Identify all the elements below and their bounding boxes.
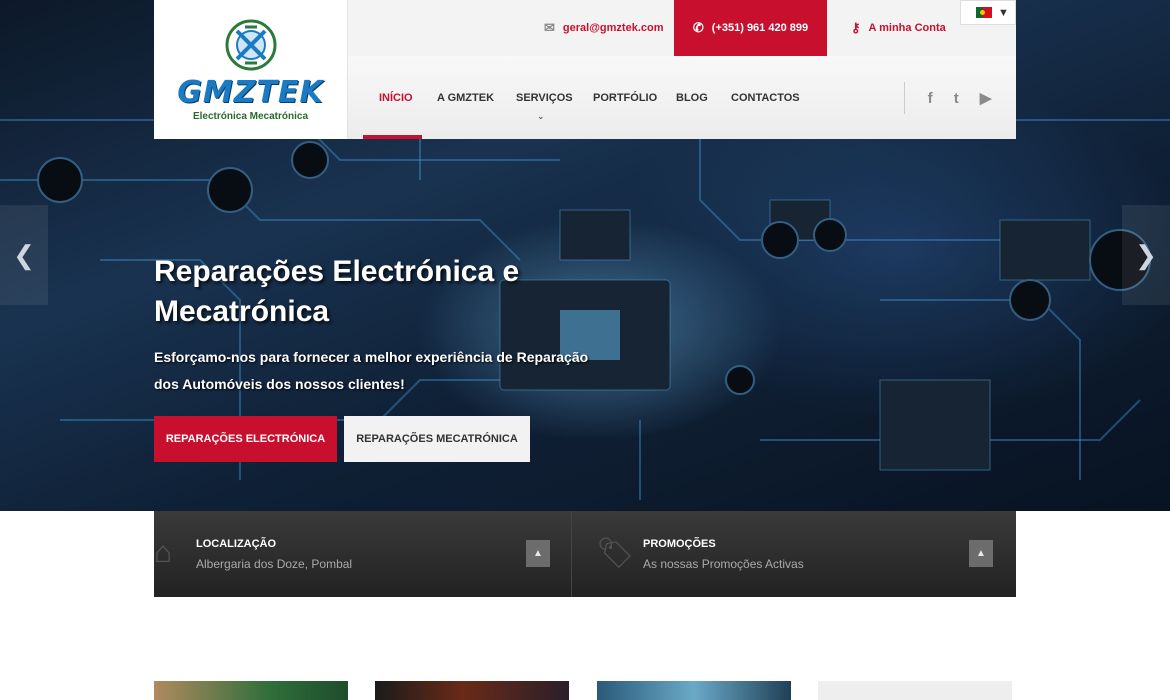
nav-item-portfolio[interactable]: PORTFÓLIO (593, 92, 657, 104)
email-text: geral@gmztek.com (562, 22, 664, 34)
hero-title-line2: Mecatrónica (154, 295, 330, 328)
service-thumbnail[interactable] (154, 681, 348, 700)
youtube-icon[interactable]: ▶ (980, 89, 992, 107)
twitter-icon[interactable]: t (954, 90, 959, 107)
hero-description: Esforçamo-nos para fornecer a melhor exp… (154, 349, 589, 392)
nav-item-servicos[interactable]: SERVIÇOS (516, 92, 573, 104)
logo[interactable]: GMZTEK Electrónica Mecatrónica (154, 0, 348, 139)
hero-caption: Reparações Electrónica e Mecatrónica Esf… (154, 252, 674, 398)
promotions-text: As nossas Promoções Activas (643, 557, 804, 571)
tags-icon: 🏷 (596, 537, 635, 570)
service-thumbnail[interactable] (818, 681, 1012, 700)
info-bar: ⌂ LOCALIZAÇÃO Albergaria dos Doze, Pomba… (154, 511, 1016, 597)
caret-up-icon: ▲ (976, 548, 986, 559)
home-icon: ⌂ (154, 536, 173, 569)
slider-prev-button[interactable]: ❮ (0, 205, 48, 305)
caret-up-icon: ▲ (533, 548, 543, 559)
account-text: A minha Conta (868, 22, 946, 34)
chevron-down-icon[interactable]: ⌄ (537, 111, 545, 122)
nav-active-indicator (363, 135, 422, 139)
location-title: LOCALIZAÇÃO (196, 538, 277, 550)
promotions-toggle-button[interactable]: ▲ (969, 540, 993, 567)
site-header: GMZTEK Electrónica Mecatrónica ✉ geral@g… (154, 0, 1016, 139)
service-thumbnail[interactable] (375, 681, 569, 700)
service-thumbnail[interactable] (597, 681, 791, 700)
mechatronic-repairs-button[interactable]: REPARAÇÕES MECATRÓNICA (344, 416, 530, 462)
promotions-panel: 🏷 PROMOÇÕES As nossas Promoções Activas … (572, 511, 1016, 597)
location-toggle-button[interactable]: ▲ (526, 540, 550, 567)
account-link[interactable]: ⚷ A minha Conta (851, 0, 946, 56)
chevron-right-icon: ❯ (1135, 239, 1157, 270)
phone-icon: ✆ (692, 20, 704, 35)
hero-title-line1: Reparações Electrónica e (154, 255, 520, 288)
gear-wrench-logo-icon (225, 19, 276, 71)
phone-link[interactable]: ✆ (+351) 961 420 899 (674, 0, 827, 56)
brand-name: GMZTEK (177, 75, 324, 110)
electronic-repairs-button[interactable]: REPARAÇÕES ELECTRÓNICA (154, 416, 337, 462)
facebook-icon[interactable]: f (928, 90, 933, 107)
nav-item-inicio[interactable]: INÍCIO (379, 92, 413, 104)
nav-item-contactos[interactable]: CONTACTOS (731, 92, 800, 104)
brand-tagline: Electrónica Mecatrónica (192, 111, 309, 122)
location-panel: ⌂ LOCALIZAÇÃO Albergaria dos Doze, Pomba… (154, 511, 572, 597)
promotions-title: PROMOÇÕES (643, 538, 716, 550)
email-link[interactable]: ✉ geral@gmztek.com (544, 0, 664, 56)
chevron-left-icon: ❮ (13, 239, 35, 270)
top-bar: ✉ geral@gmztek.com ✆ (+351) 961 420 899 … (348, 0, 1016, 56)
phone-text: (+351) 961 420 899 (711, 22, 809, 34)
nav-item-a-gmztek[interactable]: A GMZTEK (437, 92, 494, 104)
portugal-flag-icon (976, 7, 992, 18)
hero-title: Reparações Electrónica e Mecatrónica (154, 252, 674, 332)
envelope-icon: ✉ (544, 20, 555, 35)
language-selector[interactable]: ▼ (960, 0, 1016, 25)
social-links: f t ▶ (904, 82, 1002, 114)
main-nav: INÍCIO A GMZTEK SERVIÇOS ⌄ PORTFÓLIO BLO… (348, 56, 1016, 139)
caret-down-icon: ▼ (998, 6, 1009, 19)
key-icon: ⚷ (851, 20, 861, 35)
slider-next-button[interactable]: ❯ (1122, 205, 1170, 305)
nav-item-blog[interactable]: BLOG (676, 92, 708, 104)
location-text: Albergaria dos Doze, Pombal (196, 557, 353, 571)
